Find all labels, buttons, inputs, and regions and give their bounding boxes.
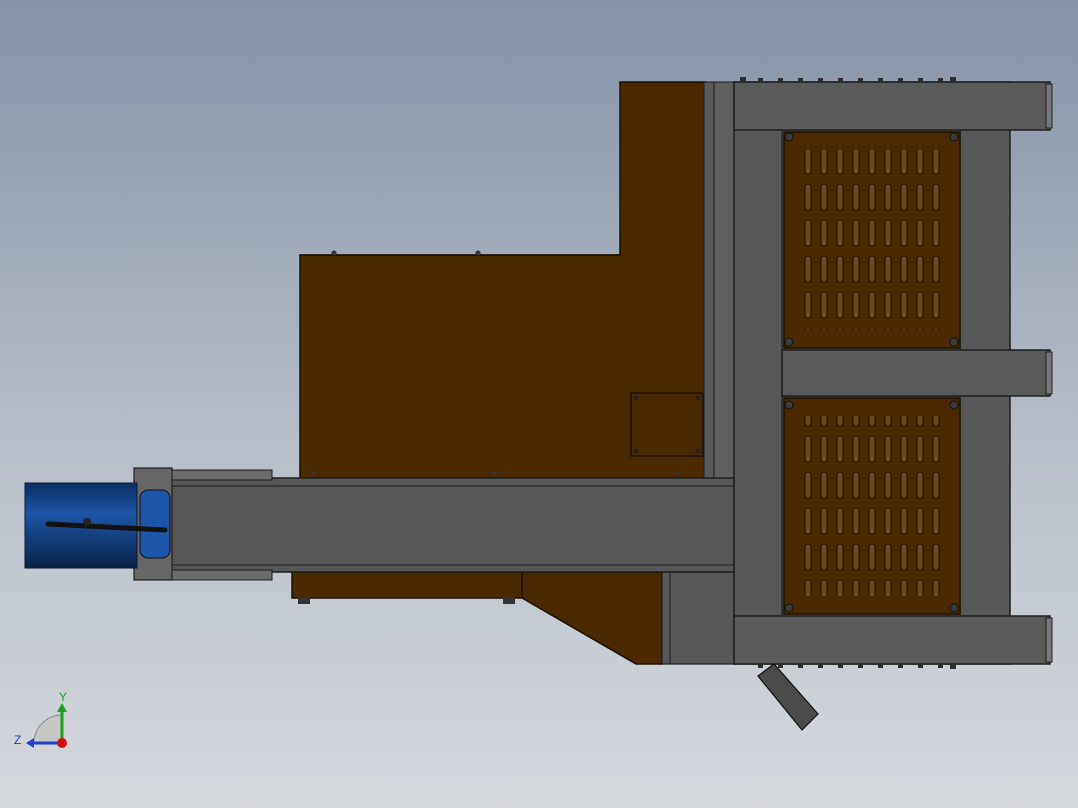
frame-middle-beam: [781, 349, 1051, 397]
y-axis-label: Y: [59, 690, 67, 704]
bolt-head: [475, 250, 481, 256]
coordinate-triad: Y Z: [14, 690, 67, 748]
horizontal-arm: [169, 477, 735, 573]
vertical-rail: [703, 81, 715, 483]
discharge-spout: [757, 663, 819, 731]
vent-panel-lower: [783, 397, 961, 615]
triad-arc-icon: [33, 714, 63, 744]
x-axis-dot: [57, 738, 67, 748]
bolt-head: [674, 471, 680, 477]
bolt-head: [492, 471, 498, 477]
lower-support-column: [661, 569, 735, 665]
lower-housing-panel: [291, 571, 523, 599]
assembly: [24, 77, 1053, 731]
bolt-head: [310, 471, 316, 477]
vent-panel-upper: [783, 131, 961, 349]
z-axis-label: Z: [14, 733, 21, 747]
frame-bottom-beam: [733, 615, 1051, 665]
cad-viewport[interactable]: Y Z: [0, 0, 1078, 808]
frame-top-beam: [733, 81, 1051, 131]
hopper-chute: [521, 571, 663, 665]
bolt-head: [331, 250, 337, 256]
access-cover-plate: [630, 392, 704, 457]
